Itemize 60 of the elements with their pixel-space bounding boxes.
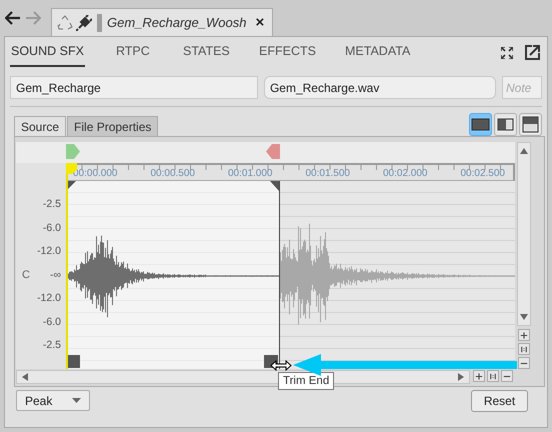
pop-out-icon[interactable] bbox=[525, 45, 540, 60]
close-icon[interactable]: × bbox=[255, 14, 264, 31]
tab[interactable]: Source bbox=[14, 116, 66, 137]
tooltip: Trim End bbox=[278, 372, 334, 390]
document-title: Gem_Recharge_Woosh bbox=[107, 15, 246, 30]
db-label: -12.0 bbox=[36, 244, 61, 259]
back-icon[interactable] bbox=[5, 11, 21, 25]
end-marker[interactable] bbox=[266, 144, 280, 159]
caret-icon bbox=[72, 398, 81, 403]
time-label: 00:01.500 bbox=[306, 167, 351, 180]
trim-start-grip[interactable] bbox=[68, 355, 80, 368]
db-label: -∞ bbox=[49, 268, 61, 282]
db-label: -6.0 bbox=[42, 314, 61, 330]
time-label: 00:00.000 bbox=[73, 167, 118, 180]
file-field[interactable]: Gem_Recharge.wav bbox=[264, 76, 496, 99]
expand-icon[interactable] bbox=[501, 46, 513, 58]
db-label: -2.5 bbox=[42, 197, 61, 212]
plus-icon bbox=[519, 330, 529, 340]
reset-button[interactable]: Reset bbox=[471, 390, 528, 412]
time-label: 00:00.500 bbox=[150, 167, 196, 180]
plug-icon bbox=[76, 14, 92, 30]
channel-label: C bbox=[21, 269, 31, 281]
plus-icon bbox=[474, 370, 484, 382]
time-label: 00:02.500 bbox=[460, 167, 506, 180]
recycle-icon bbox=[57, 14, 73, 30]
vertical-scrollbar[interactable] bbox=[517, 142, 531, 326]
time-label: 00:01.000 bbox=[228, 167, 274, 180]
scroll-up-arrow[interactable] bbox=[519, 147, 529, 155]
db-label: -6.0 bbox=[42, 220, 61, 236]
zoom-reset-button[interactable] bbox=[487, 370, 499, 382]
tag-strip bbox=[97, 14, 102, 32]
scroll-down-arrow[interactable] bbox=[519, 313, 529, 321]
db-label: -2.5 bbox=[42, 338, 61, 353]
side-by-side-panes-icon bbox=[496, 116, 515, 133]
name-field[interactable]: Gem_Recharge bbox=[10, 76, 258, 99]
tab[interactable]: METADATA bbox=[344, 37, 412, 67]
zoom-in-button[interactable] bbox=[473, 370, 485, 382]
resize-cursor-icon bbox=[270, 360, 292, 371]
zoom-reset-button[interactable] bbox=[518, 343, 530, 355]
document-tab[interactable]: Gem_Recharge_Woosh × bbox=[51, 8, 273, 36]
trim-end-handle[interactable] bbox=[270, 181, 279, 191]
meter-mode-dropdown[interactable]: Peak bbox=[16, 390, 90, 411]
zoom-in-button[interactable] bbox=[518, 329, 530, 341]
scroll-left-arrow[interactable] bbox=[21, 372, 29, 382]
tab[interactable]: File Properties bbox=[67, 116, 158, 136]
zoom-out-button[interactable] bbox=[501, 370, 513, 382]
tab[interactable]: SOUND SFX bbox=[10, 37, 85, 67]
tab[interactable]: EFFECTS bbox=[258, 37, 317, 67]
single-pane-icon bbox=[471, 116, 490, 133]
scroll-right-arrow[interactable] bbox=[457, 372, 465, 382]
time-label: 00:02.000 bbox=[383, 167, 428, 180]
tab[interactable]: RTPC bbox=[115, 37, 151, 67]
stacked-view-button[interactable] bbox=[519, 113, 542, 136]
db-label: -12.0 bbox=[36, 291, 61, 306]
notes-field[interactable]: Note bbox=[502, 76, 542, 99]
tab[interactable]: STATES bbox=[182, 37, 231, 67]
stacked-panes-icon bbox=[521, 116, 540, 133]
zoom-out-button[interactable] bbox=[518, 357, 530, 369]
single-view-button[interactable] bbox=[469, 113, 492, 136]
split-view-button[interactable] bbox=[494, 113, 517, 136]
